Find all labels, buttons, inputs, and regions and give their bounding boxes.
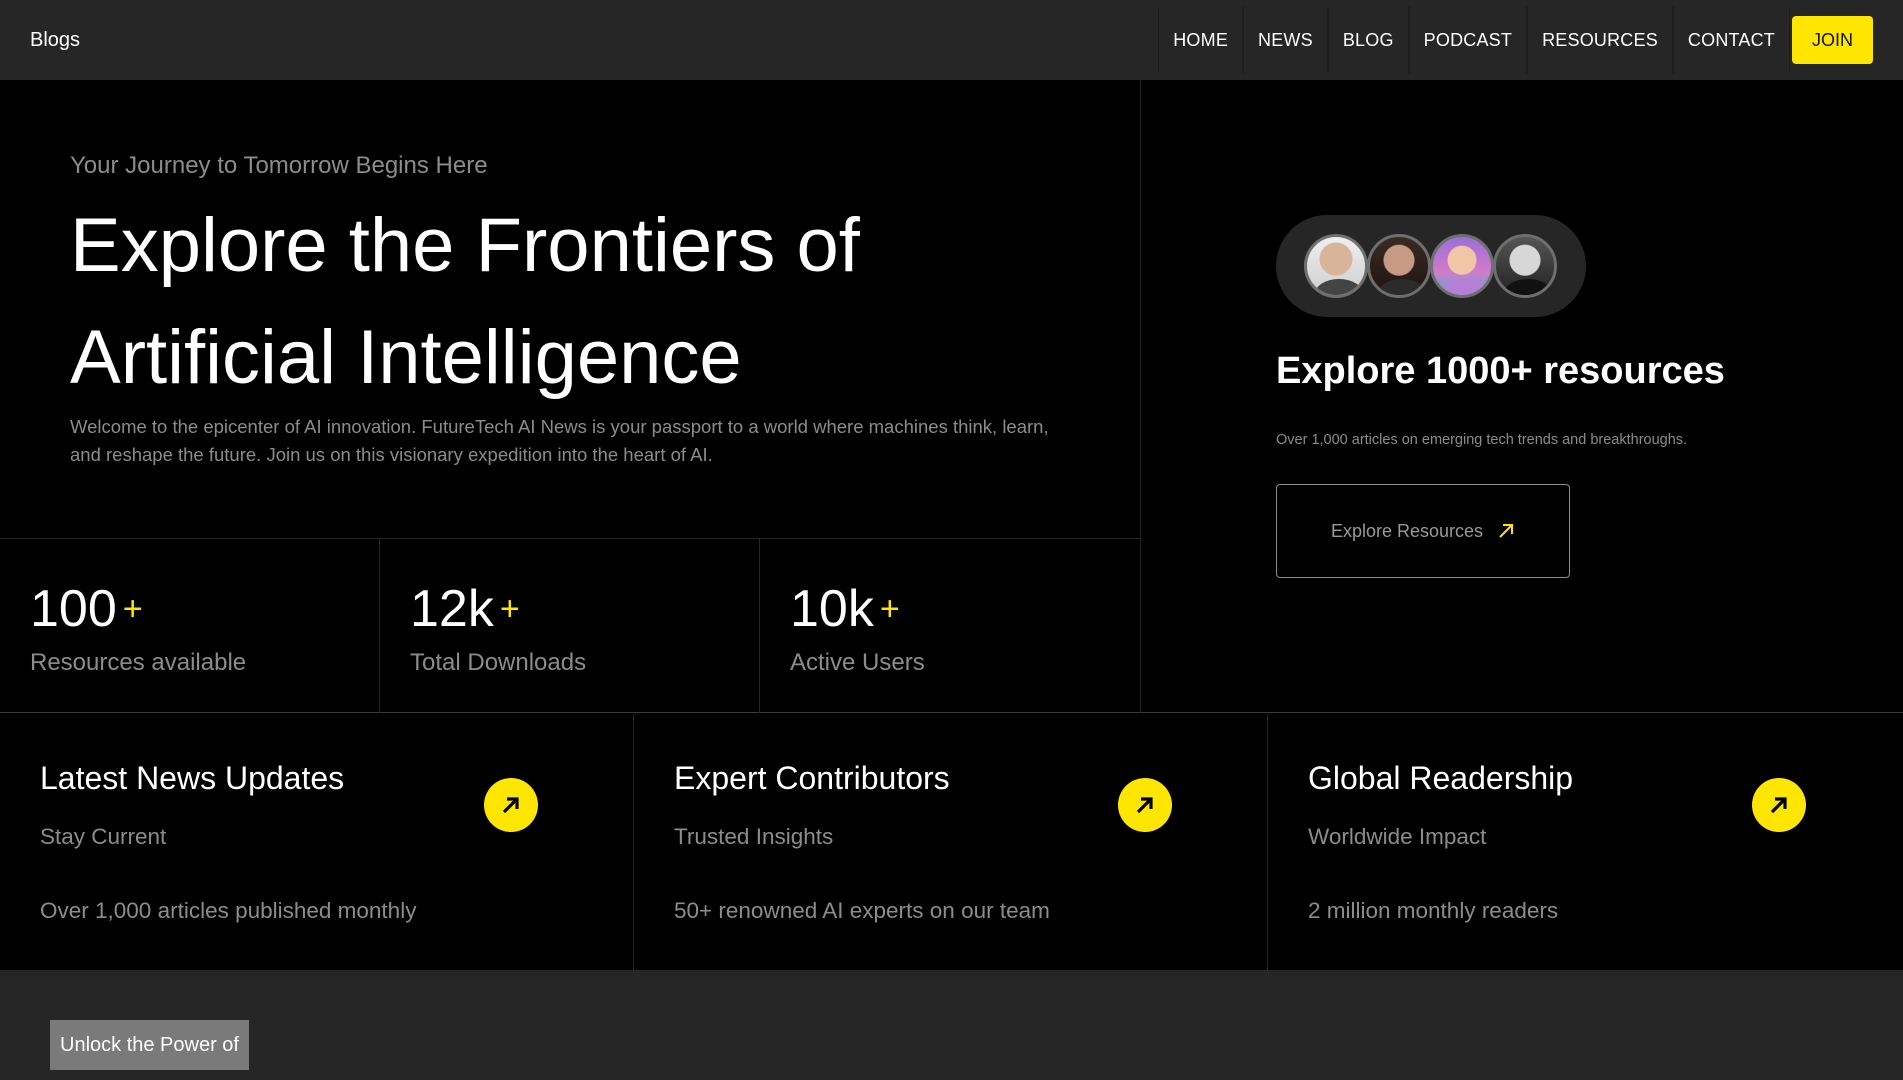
stat-label: Active Users xyxy=(790,649,925,676)
nav-podcast-link[interactable]: PODCAST xyxy=(1408,7,1528,73)
feature-subtitle: Trusted Insights xyxy=(674,824,834,849)
bottom-section: Unlock the Power of xyxy=(0,970,1903,1080)
resources-title: Explore 1000+ resources xyxy=(1276,350,1725,392)
arrow-up-right-icon xyxy=(1499,524,1514,538)
nav-links: HOME NEWS BLOG PODCAST RESOURCES CONTACT… xyxy=(1158,0,1873,80)
feature-title: Expert Contributors xyxy=(674,760,950,796)
avatar xyxy=(1430,234,1494,298)
unlock-badge: Unlock the Power of xyxy=(50,1020,249,1070)
avatar xyxy=(1493,234,1557,298)
nav-blog-link[interactable]: BLOG xyxy=(1327,7,1409,73)
feature-description: 50+ renowned AI experts on our team xyxy=(674,898,1050,923)
nav-news-link[interactable]: NEWS xyxy=(1243,7,1328,73)
join-button[interactable]: JOIN xyxy=(1791,16,1873,64)
resources-panel: Explore 1000+ resources Over 1,000 artic… xyxy=(1141,80,1903,713)
feature-card-news: Latest News Updates Stay Current Over 1,… xyxy=(0,714,634,970)
resources-subtitle: Over 1,000 articles on emerging tech tre… xyxy=(1276,432,1688,448)
stat-downloads: 12k + Total Downloads xyxy=(380,539,760,713)
hero-title-line-2: Artificial Intelligence xyxy=(70,315,742,400)
brand-logo[interactable]: Blogs xyxy=(30,29,80,52)
hero-tagline: Your Journey to Tomorrow Begins Here xyxy=(70,152,488,179)
stats-row: 100 + Resources available 12k + Total Down… xyxy=(0,539,1141,713)
stat-users: 10k + Active Users xyxy=(760,539,1141,713)
stat-value: 10k xyxy=(790,580,874,638)
feature-subtitle: Worldwide Impact xyxy=(1308,824,1487,849)
stat-plus: + xyxy=(122,590,143,628)
nav-resources-link[interactable]: RESOURCES xyxy=(1527,7,1673,73)
feature-description: Over 1,000 articles published monthly xyxy=(40,898,417,923)
explore-resources-label: Explore Resources xyxy=(1330,520,1484,541)
nav-contact-link[interactable]: CONTACT xyxy=(1672,7,1790,73)
features-row: Latest News Updates Stay Current Over 1,… xyxy=(0,714,1903,970)
stat-label: Resources available xyxy=(30,649,247,676)
hero-title: Explore the Frontiers of Artificial Inte… xyxy=(70,190,1070,414)
stat-value: 100 xyxy=(30,580,117,638)
stat-label: Total Downloads xyxy=(410,649,587,676)
nav-home-link[interactable]: HOME xyxy=(1158,7,1244,73)
stat-resources: 100 + Resources available xyxy=(0,539,380,713)
explore-resources-button[interactable]: Explore Resources xyxy=(1276,484,1570,578)
feature-title: Latest News Updates xyxy=(40,760,345,796)
arrow-up-right-icon[interactable] xyxy=(1118,778,1172,832)
stat-plus: + xyxy=(499,590,520,628)
avatar-group xyxy=(1276,215,1586,317)
avatar xyxy=(1367,234,1431,298)
feature-card-readership: Global Readership Worldwide Impact 2 mil… xyxy=(1268,714,1903,970)
feature-subtitle: Stay Current xyxy=(40,824,167,849)
feature-title: Global Readership xyxy=(1308,760,1574,796)
arrow-up-right-icon[interactable] xyxy=(1752,778,1806,832)
hero-description: Welcome to the epicenter of AI innovatio… xyxy=(70,416,1049,465)
avatar xyxy=(1304,234,1368,298)
top-navbar: Blogs HOME NEWS BLOG PODCAST RESOURCES C… xyxy=(0,0,1903,80)
hero-section: Your Journey to Tomorrow Begins Here Exp… xyxy=(0,80,1141,539)
stat-value: 12k xyxy=(410,580,494,638)
stat-plus: + xyxy=(879,590,900,628)
arrow-up-right-icon[interactable] xyxy=(484,778,538,832)
hero-title-line-1: Explore the Frontiers of xyxy=(70,203,860,288)
feature-card-contributors: Expert Contributors Trusted Insights 50+… xyxy=(634,714,1268,970)
feature-description: 2 million monthly readers xyxy=(1308,898,1559,923)
